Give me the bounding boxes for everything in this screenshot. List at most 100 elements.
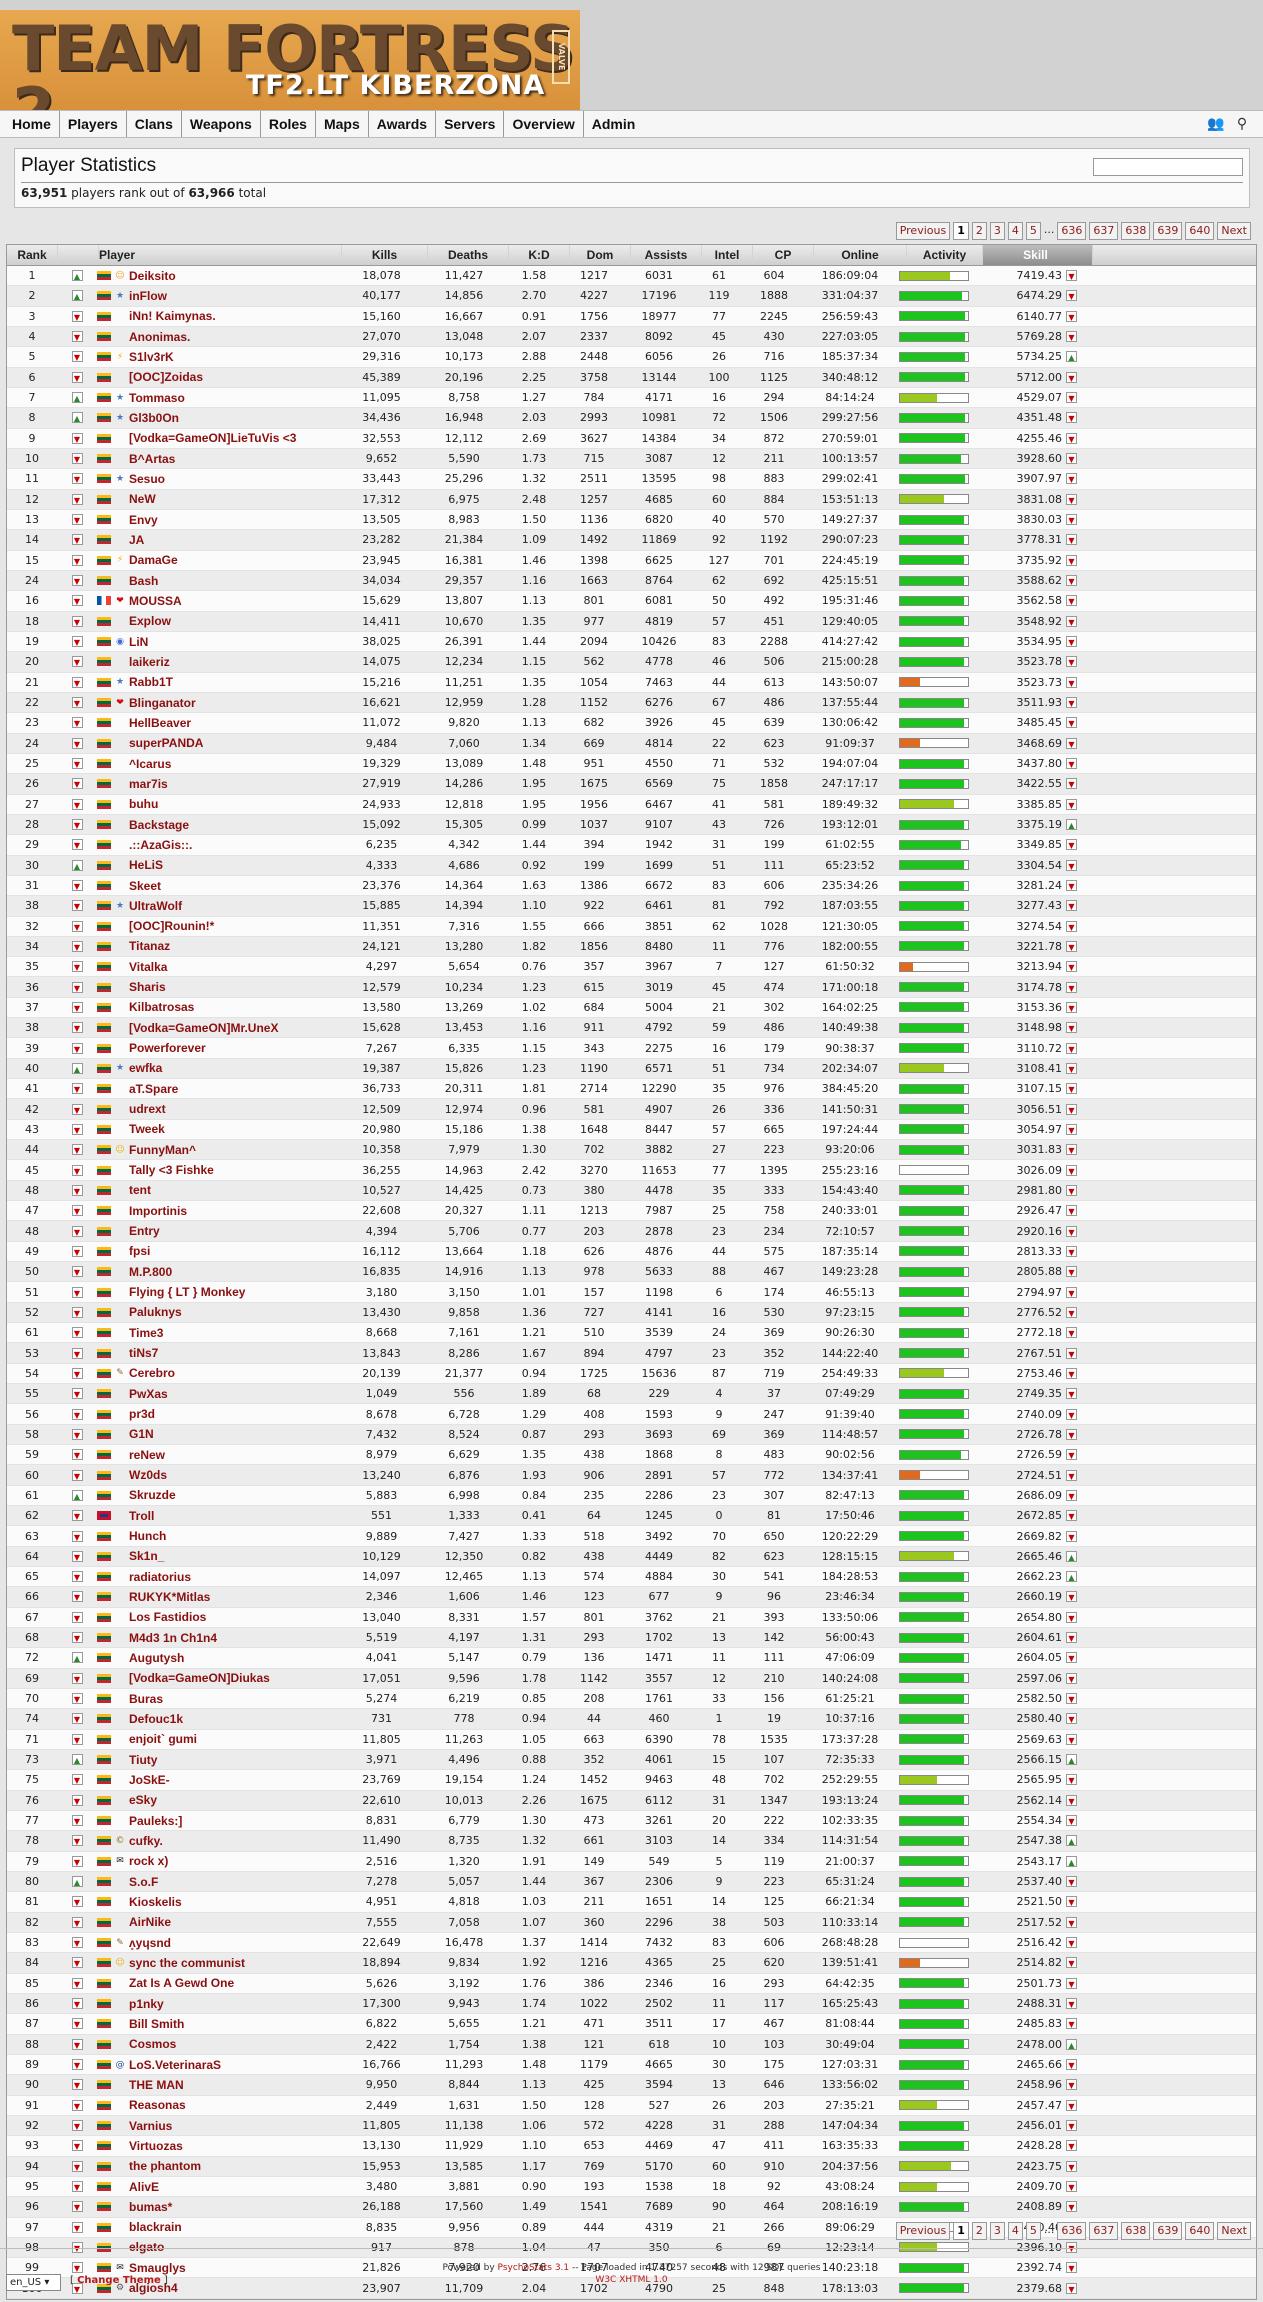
- table-row[interactable]: 44 ▼ ☺ FunnyMan^ 10,358 7,979 1.30 702 3882 27 223…: [7, 1140, 1256, 1161]
- player-name-link[interactable]: LoS.VeterinaraS: [129, 2058, 221, 2072]
- player-name-link[interactable]: LiN: [129, 635, 148, 649]
- player-name-link[interactable]: G1N: [129, 1427, 154, 1441]
- player-name-link[interactable]: Anonimas.: [129, 330, 190, 344]
- table-row[interactable]: 14 ▼ JA 23,282 21,384 1.09 1492 11869 92 1192 290:…: [7, 530, 1256, 551]
- player-name-link[interactable]: AlivE: [129, 2180, 159, 2194]
- player-name-link[interactable]: ewfka: [129, 1061, 162, 1075]
- table-row[interactable]: 61 ▲ Skruzde 5,883 6,998 0.84 235 2286 23 307 82:4…: [7, 1485, 1256, 1507]
- table-row[interactable]: 61 ▼ Time3 8,668 7,161 1.21 510 3539 24 369 90:26:…: [7, 1323, 1256, 1344]
- player-name-link[interactable]: Los Fastidios: [129, 1610, 206, 1624]
- player-name-link[interactable]: reNew: [129, 1448, 165, 1462]
- player-name-link[interactable]: bumas*: [129, 2200, 172, 2214]
- column-header-cp[interactable]: CP: [753, 245, 814, 265]
- page-link[interactable]: 4: [1007, 2222, 1023, 2240]
- page-link[interactable]: 640: [1185, 2222, 1215, 2240]
- page-link[interactable]: 3: [989, 2222, 1005, 2240]
- table-row[interactable]: 31 ▼ Skeet 23,376 14,364 1.63 1386 6672 83 606 235…: [7, 875, 1256, 897]
- next-page-button[interactable]: Next: [1217, 2222, 1251, 2240]
- column-header-intel[interactable]: Intel: [702, 245, 753, 265]
- table-row[interactable]: 45 ▼ Tally <3 Fishke 36,255 14,963 2.42 3270 11…: [7, 1160, 1256, 1181]
- table-row[interactable]: 32 ▼ [OOC]Rounin!* 11,351 7,316 1.55 666 3851 62…: [7, 916, 1256, 937]
- table-row[interactable]: 78 ▼ © cufky. 11,490 8,735 1.32 661 3103 14 334 114…: [7, 1831, 1256, 1852]
- table-row[interactable]: 63 ▼ Hunch 9,889 7,427 1.33 518 3492 70 650 120:22…: [7, 1526, 1256, 1547]
- player-name-link[interactable]: Sesuo: [129, 472, 165, 486]
- player-name-link[interactable]: Kioskelis: [129, 1895, 182, 1909]
- nav-item-home[interactable]: Home: [4, 111, 60, 137]
- table-row[interactable]: 54 ▼ ✎ Cerebro 20,139 21,377 0.94 1725 15636 87 71…: [7, 1363, 1256, 1385]
- player-name-link[interactable]: Time3: [129, 1326, 163, 1340]
- player-name-link[interactable]: enjoit` gumi: [129, 1732, 197, 1746]
- player-name-link[interactable]: Sk1n_: [129, 1549, 164, 1563]
- player-name-link[interactable]: pr3d: [129, 1407, 155, 1421]
- table-row[interactable]: 73 ▲ Tiuty 3,971 4,496 0.88 352 4061 15 107 72:35:…: [7, 1749, 1256, 1771]
- player-name-link[interactable]: Zat Is A Gewd One: [129, 1976, 234, 1990]
- table-row[interactable]: 15 ▼ ⚡ DamaGe 23,945 16,381 1.46 1398 6625 127 701…: [7, 550, 1256, 571]
- table-row[interactable]: 11 ▼ ★ Sesuo 33,443 25,296 1.32 2511 13595 98 883 2…: [7, 469, 1256, 490]
- page-link[interactable]: 1: [953, 2222, 969, 2240]
- table-row[interactable]: 21 ▼ ★ Rabb1T 15,216 11,251 1.35 1054 7463 44 613 1…: [7, 672, 1256, 693]
- player-name-link[interactable]: .::AzaGis::.: [129, 838, 192, 852]
- table-row[interactable]: 72 ▲ Augutysh 4,041 5,147 0.79 136 1471 11 111 47:…: [7, 1648, 1256, 1669]
- player-name-link[interactable]: Virtuozas: [129, 2139, 183, 2153]
- page-link[interactable]: 637: [1089, 222, 1119, 240]
- player-name-link[interactable]: Varnius: [129, 2119, 172, 2133]
- page-link[interactable]: 1: [953, 222, 969, 240]
- player-name-link[interactable]: Kilbatrosas: [129, 1000, 194, 1014]
- table-row[interactable]: 52 ▼ Paluknys 13,430 9,858 1.36 727 4141 16 530 97…: [7, 1302, 1256, 1324]
- change-theme[interactable]: [ Change Theme ]: [70, 2275, 168, 2286]
- player-name-link[interactable]: iNn! Kaimynas.: [129, 309, 216, 323]
- player-name-link[interactable]: Hunch: [129, 1529, 166, 1543]
- table-row[interactable]: 50 ▼ M.P.800 16,835 14,916 1.13 978 5633 88 467 14…: [7, 1262, 1256, 1283]
- table-row[interactable]: 43 ▼ Tweek 20,980 15,186 1.38 1648 8447 57 665 197…: [7, 1119, 1256, 1141]
- table-row[interactable]: 41 ▼ aT.Spare 36,733 20,311 1.81 2714 12290 35 97…: [7, 1079, 1256, 1100]
- table-row[interactable]: 79 ▼ ✉ rock x) 2,516 1,320 1.91 149 549 5 119 21:00…: [7, 1851, 1256, 1872]
- nav-item-servers[interactable]: Servers: [436, 111, 505, 137]
- page-link[interactable]: 640: [1185, 222, 1215, 240]
- player-name-link[interactable]: Blinganator: [129, 696, 196, 710]
- player-name-link[interactable]: [OOC]Rounin!*: [129, 919, 214, 933]
- player-name-link[interactable]: Tiuty: [129, 1753, 157, 1767]
- player-name-link[interactable]: rock x): [129, 1854, 168, 1868]
- table-row[interactable]: 34 ▼ Titanaz 24,121 13,280 1.82 1856 8480 11 776 1…: [7, 936, 1256, 958]
- player-name-link[interactable]: [OOC]Zoidas: [129, 370, 203, 384]
- nav-item-admin[interactable]: Admin: [584, 111, 644, 137]
- player-name-link[interactable]: [Vodka=GameON]Diukas: [129, 1671, 270, 1685]
- player-name-link[interactable]: Flying { LT } Monkey: [129, 1285, 245, 1299]
- table-row[interactable]: 49 ▼ fpsi 16,112 13,664 1.18 626 4876 44 575 187:3…: [7, 1241, 1256, 1263]
- table-row[interactable]: 23 ▼ HellBeaver 11,072 9,820 1.13 682 3926 45 639…: [7, 713, 1256, 734]
- player-name-link[interactable]: the phantom: [129, 2159, 201, 2173]
- page-link[interactable]: 3: [989, 222, 1005, 240]
- table-row[interactable]: 85 ▼ Zat Is A Gewd One 5,626 3,192 1.76 386 234…: [7, 1973, 1256, 1994]
- player-name-link[interactable]: eSky: [129, 1793, 157, 1807]
- table-row[interactable]: 67 ▼ Los Fastidios 13,040 8,331 1.57 801 3762 21…: [7, 1607, 1256, 1628]
- player-name-link[interactable]: UltraWolf: [129, 899, 182, 913]
- table-row[interactable]: 27 ▼ buhu 24,933 12,818 1.95 1956 6467 41 581 189:…: [7, 794, 1256, 815]
- table-row[interactable]: 28 ▼ Backstage 15,092 15,305 0.99 1037 9107 43 72…: [7, 814, 1256, 836]
- player-name-link[interactable]: AirNike: [129, 1915, 171, 1929]
- table-row[interactable]: 19 ▼ ◉ LiN 38,025 26,391 1.44 2094 10426 83 2288 41…: [7, 631, 1256, 653]
- player-name-link[interactable]: laikeriz: [129, 655, 170, 669]
- column-header-online[interactable]: Online: [814, 245, 907, 265]
- player-name-link[interactable]: buhu: [129, 797, 158, 811]
- player-name-link[interactable]: Defouc1k: [129, 1712, 183, 1726]
- player-name-link[interactable]: sync the communist: [129, 1956, 245, 1970]
- table-row[interactable]: 69 ▼ [Vodka=GameON]Diukas 17,051 9,596 1.78 11…: [7, 1668, 1256, 1689]
- table-row[interactable]: 48 ▼ Entry 4,394 5,706 0.77 203 2878 23 234 72:10:…: [7, 1221, 1256, 1242]
- page-link[interactable]: 636: [1057, 222, 1087, 240]
- table-row[interactable]: 22 ▼ ❤ Blinganator 16,621 12,959 1.28 1152 6276 6…: [7, 692, 1256, 714]
- player-name-link[interactable]: NeW: [129, 492, 156, 506]
- player-name-link[interactable]: PwXas: [129, 1387, 168, 1401]
- table-row[interactable]: 95 ▼ AlivE 3,480 3,881 0.90 193 1538 18 92 43:08:2…: [7, 2176, 1256, 2198]
- player-name-link[interactable]: ʌ̥yɥsnd: [129, 1936, 171, 1950]
- column-header-player[interactable]: Player: [99, 245, 342, 265]
- player-name-link[interactable]: mar7is: [129, 777, 168, 791]
- player-name-link[interactable]: Tally <3 Fishke: [129, 1163, 214, 1177]
- player-name-link[interactable]: M.P.800: [129, 1265, 172, 1279]
- search-icon[interactable]: ⚲: [1233, 115, 1251, 133]
- page-link[interactable]: 639: [1153, 222, 1183, 240]
- table-row[interactable]: 87 ▼ Bill Smith 6,822 5,655 1.21 471 3511 17 467 8…: [7, 2014, 1256, 2035]
- page-link[interactable]: 639: [1153, 2222, 1183, 2240]
- table-row[interactable]: 51 ▼ Flying { LT } Monkey 3,180 3,150 1.01 157…: [7, 1282, 1256, 1303]
- table-row[interactable]: 39 ▼ Powerforever 7,267 6,335 1.15 343 2275 16 17…: [7, 1038, 1256, 1059]
- nav-item-maps[interactable]: Maps: [316, 111, 369, 137]
